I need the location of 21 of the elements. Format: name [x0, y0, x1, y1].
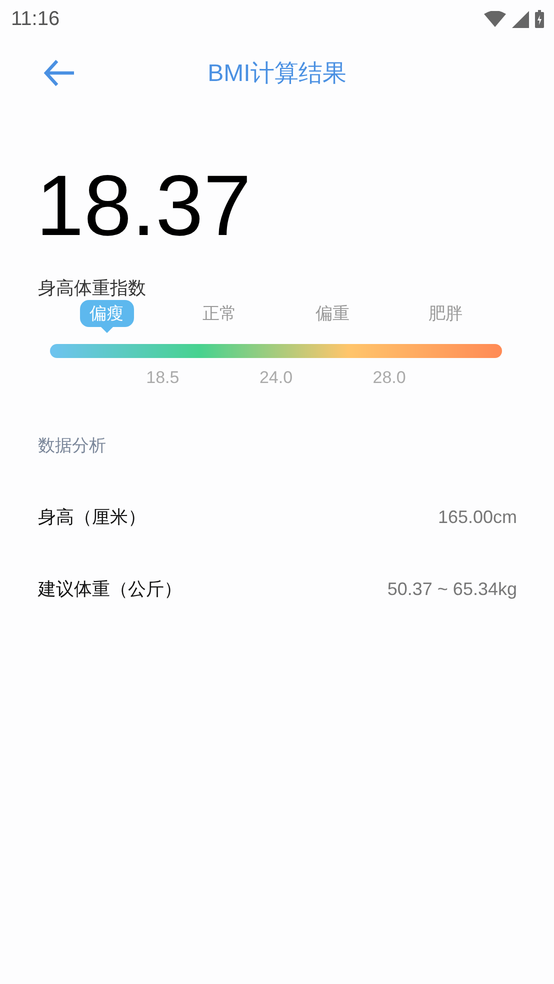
threshold-label: 28.0	[372, 368, 406, 388]
wifi-icon	[484, 11, 506, 27]
bmi-label: 身高体重指数	[38, 277, 146, 300]
bmi-value: 18.37	[36, 157, 252, 256]
threshold-label: 18.5	[146, 368, 180, 388]
section-title: 数据分析	[38, 435, 106, 457]
category-label: 正常	[202, 303, 238, 326]
status-time: 11:16	[11, 8, 60, 30]
bubble-pointer	[100, 327, 112, 333]
threshold-label: 24.0	[259, 368, 293, 388]
back-arrow-icon[interactable]	[43, 59, 75, 87]
row-value: 50.37 ~ 65.34kg	[387, 578, 517, 600]
row-value: 165.00cm	[438, 506, 517, 528]
battery-icon	[535, 10, 544, 28]
category-label: 肥胖	[428, 303, 464, 326]
row-label: 建议体重（公斤）	[38, 578, 182, 601]
category-bubble: 偏瘦	[80, 300, 134, 327]
category-label: 偏重	[314, 303, 350, 326]
signal-icon	[512, 10, 529, 28]
page-title: BMI计算结果	[208, 59, 346, 89]
row-label: 身高（厘米）	[38, 506, 146, 529]
